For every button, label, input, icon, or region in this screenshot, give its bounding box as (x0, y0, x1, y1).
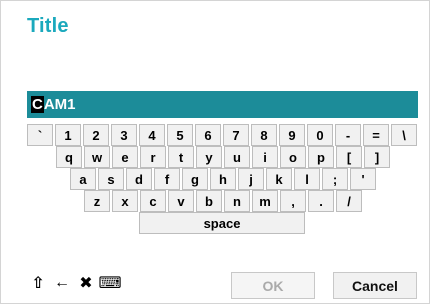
key-1-2[interactable]: e (112, 146, 138, 168)
key-0-5[interactable]: 5 (167, 124, 193, 146)
keyboard-layout-icon[interactable]: ⌨ (98, 272, 121, 294)
key-3-9[interactable]: / (336, 190, 362, 212)
key-2-4[interactable]: g (182, 168, 208, 190)
key-3-8[interactable]: . (308, 190, 334, 212)
key-1-7[interactable]: i (252, 146, 278, 168)
shift-icon[interactable]: ⇧ (27, 272, 49, 294)
key-0-10[interactable]: 0 (307, 124, 333, 146)
backspace-icon[interactable]: ← (51, 272, 73, 294)
key-3-4[interactable]: b (196, 190, 222, 212)
key-3-2[interactable]: c (140, 190, 166, 212)
keyboard-toolbar: ⇧ ← ✖ ⌨ (27, 272, 123, 294)
keyboard-row-4: z x c v b n m,. / (84, 190, 364, 212)
key-2-5[interactable]: h (210, 168, 236, 190)
input-caret-char: C (31, 96, 44, 113)
key-2-10[interactable]: ' (350, 168, 376, 190)
key-2-9[interactable]: ; (322, 168, 348, 190)
key-0-6[interactable]: 6 (195, 124, 221, 146)
key-3-3[interactable]: v (168, 190, 194, 212)
key-2-0[interactable]: a (70, 168, 96, 190)
key-0-0[interactable]: ` (27, 124, 53, 146)
clear-icon[interactable]: ✖ (75, 272, 97, 294)
keyboard-row-1: ` 1 2 3 4 5 6 7 8 9 0- = \ (27, 124, 419, 146)
key-0-12[interactable]: = (363, 124, 389, 146)
key-1-0[interactable]: q (56, 146, 82, 168)
key-space[interactable]: space (139, 212, 305, 234)
key-3-0[interactable]: z (84, 190, 110, 212)
key-0-11[interactable]: - (335, 124, 361, 146)
key-1-5[interactable]: y (196, 146, 222, 168)
key-2-7[interactable]: k (266, 168, 292, 190)
keyboard-row-5: space (139, 212, 307, 234)
key-0-13[interactable]: \ (391, 124, 417, 146)
keyboard-row-2: q w e r t y u i o p[] (56, 146, 392, 168)
key-1-10[interactable]: [ (336, 146, 362, 168)
ok-button[interactable]: OK (231, 272, 315, 299)
key-1-1[interactable]: w (84, 146, 110, 168)
key-1-6[interactable]: u (224, 146, 250, 168)
key-0-4[interactable]: 4 (139, 124, 165, 146)
key-0-2[interactable]: 2 (83, 124, 109, 146)
key-0-3[interactable]: 3 (111, 124, 137, 146)
key-3-7[interactable]: , (280, 190, 306, 212)
input-text: AM1 (43, 96, 76, 113)
dialog-title: Title (27, 15, 69, 37)
key-0-1[interactable]: 1 (55, 124, 81, 146)
key-2-8[interactable]: l (294, 168, 320, 190)
key-2-3[interactable]: f (154, 168, 180, 190)
cancel-button[interactable]: Cancel (333, 272, 417, 299)
virtual-keyboard-dialog: Title C AM1 ` 1 2 3 4 5 6 7 8 9 0- = \ q w e r t y u i o p[] a… (0, 0, 430, 304)
key-3-6[interactable]: m (252, 190, 278, 212)
key-2-2[interactable]: d (126, 168, 152, 190)
key-1-11[interactable]: ] (364, 146, 390, 168)
key-1-3[interactable]: r (140, 146, 166, 168)
key-0-8[interactable]: 8 (251, 124, 277, 146)
key-2-6[interactable]: j (238, 168, 264, 190)
key-3-1[interactable]: x (112, 190, 138, 212)
key-2-1[interactable]: s (98, 168, 124, 190)
key-0-9[interactable]: 9 (279, 124, 305, 146)
key-0-7[interactable]: 7 (223, 124, 249, 146)
keyboard-row-3: a s d f g h j k l; ' (70, 168, 378, 190)
key-3-5[interactable]: n (224, 190, 250, 212)
key-1-4[interactable]: t (168, 146, 194, 168)
key-1-8[interactable]: o (280, 146, 306, 168)
key-1-9[interactable]: p (308, 146, 334, 168)
text-input[interactable]: C AM1 (27, 91, 418, 118)
